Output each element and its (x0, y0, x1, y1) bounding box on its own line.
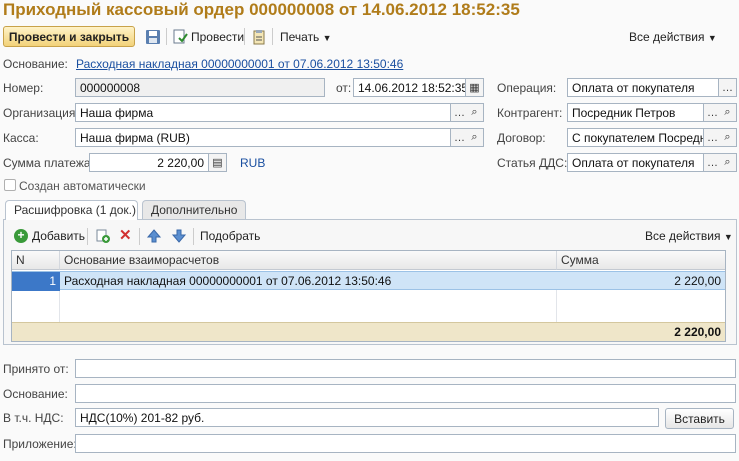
cashbox-label: Касса: (3, 131, 39, 145)
auto-created-checkbox[interactable] (4, 179, 16, 191)
pick-button[interactable]: Подобрать (200, 229, 260, 243)
search-icon[interactable]: ⌕ (719, 128, 737, 147)
attachment-field[interactable] (75, 434, 736, 453)
table-total: 2 220,00 (674, 325, 721, 339)
row-number-cell: 1 (12, 272, 60, 291)
attachment-label: Приложение: (3, 437, 77, 451)
operation-field[interactable]: Оплата от покупателя (567, 78, 719, 97)
window-title: Приходный кассовый ордер 000000008 от 14… (3, 0, 520, 19)
move-down-icon[interactable] (171, 228, 187, 247)
operation-label: Операция: (497, 81, 557, 95)
currency-label[interactable]: RUB (240, 156, 265, 170)
contract-field[interactable]: С покупателем Посредни (567, 128, 704, 147)
delete-icon[interactable]: ✕ (119, 226, 132, 244)
table-row[interactable]: 1 Расходная накладная 00000000001 от 07.… (12, 271, 725, 291)
all-actions-label: Все действия (645, 229, 721, 243)
basis-link[interactable]: Расходная накладная 00000000001 от 07.06… (76, 57, 403, 71)
insert-button[interactable]: Вставить (665, 408, 734, 429)
cashflow-label: Статья ДДС: (497, 156, 568, 170)
basis2-field[interactable] (75, 384, 736, 403)
basis-label: Основание: (3, 57, 68, 71)
vat-label: В т.ч. НДС: (3, 411, 64, 425)
tab-all-actions-menu[interactable]: Все действия ▼ (645, 229, 733, 243)
vat-field[interactable]: НДС(10%) 201-82 руб. (75, 408, 659, 427)
toolbar-separator (166, 28, 167, 45)
chevron-down-icon: ▼ (707, 33, 717, 43)
toolbar-separator (193, 228, 194, 245)
column-header-n[interactable]: N (12, 251, 60, 270)
received-from-field[interactable] (75, 359, 736, 378)
cashbox-field[interactable]: Наша фирма (RUB) (75, 128, 451, 147)
save-icon[interactable] (145, 29, 161, 45)
toolbar-separator (139, 228, 140, 245)
search-icon[interactable]: ⌕ (466, 128, 484, 147)
date-label: от: (336, 81, 352, 95)
row-sum-cell: 2 220,00 (674, 274, 721, 288)
toolbar-separator (87, 228, 88, 245)
copy-icon[interactable] (95, 228, 111, 247)
all-actions-label: Все действия (629, 30, 705, 44)
add-button[interactable]: Добавить (32, 229, 85, 243)
chevron-down-icon: ▼ (322, 33, 332, 43)
search-icon[interactable]: ⌕ (719, 153, 737, 172)
cashflow-field[interactable]: Оплата от покупателя (567, 153, 704, 172)
table-footer: 2 220,00 (12, 322, 725, 341)
auto-created-label: Создан автоматически (19, 179, 146, 193)
counterparty-label: Контрагент: (497, 106, 563, 120)
calculator-icon[interactable]: ▤ (209, 153, 227, 172)
toolbar-separator (244, 28, 245, 45)
date-field[interactable]: 14.06.2012 18:52:35 (353, 78, 466, 97)
tab-additional[interactable]: Дополнительно (142, 200, 246, 219)
add-icon[interactable]: + (14, 229, 28, 243)
received-from-label: Принято от: (3, 362, 69, 376)
post-button[interactable]: Провести (191, 30, 244, 44)
search-icon[interactable]: ⌕ (719, 103, 737, 122)
amount-field[interactable]: 2 220,00 (89, 153, 209, 172)
post-and-close-button[interactable]: Провести и закрыть (3, 26, 135, 47)
chevron-down-icon: ▼ (723, 232, 733, 242)
row-basis-cell: Расходная накладная 00000000001 от 07.06… (64, 274, 392, 288)
column-header-sum[interactable]: Сумма (557, 251, 725, 270)
move-up-icon[interactable] (146, 228, 162, 247)
column-header-basis[interactable]: Основание взаиморасчетов (60, 251, 557, 270)
toolbar-separator (272, 28, 273, 45)
basis2-label: Основание: (3, 387, 68, 401)
calendar-icon[interactable]: ▦ (466, 78, 484, 97)
number-field[interactable]: 000000008 (75, 78, 325, 97)
select-button[interactable]: … (719, 78, 737, 97)
amount-label: Сумма платежа: (3, 156, 94, 170)
number-label: Номер: (3, 81, 44, 95)
print-menu[interactable]: Печать ▼ (280, 30, 332, 44)
all-actions-menu[interactable]: Все действия ▼ (629, 30, 717, 44)
counterparty-field[interactable]: Посредник Петров (567, 103, 704, 122)
tab-details[interactable]: Расшифровка (1 док.) (5, 200, 138, 220)
organization-field[interactable]: Наша фирма (75, 103, 451, 122)
print-label: Печать (280, 30, 320, 44)
clipboard-icon[interactable] (251, 29, 267, 45)
search-icon[interactable]: ⌕ (466, 103, 484, 122)
organization-label: Организация: (3, 106, 79, 120)
contract-label: Договор: (497, 131, 546, 145)
post-document-icon[interactable] (172, 29, 188, 45)
settlements-table[interactable]: N Основание взаиморасчетов Сумма 1 Расхо… (11, 250, 726, 342)
